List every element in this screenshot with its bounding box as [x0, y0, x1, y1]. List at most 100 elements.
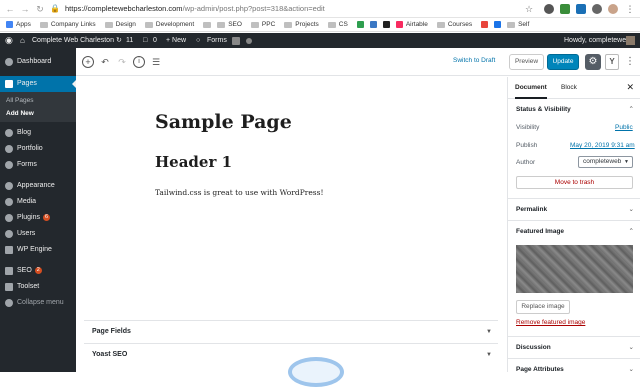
redo-icon[interactable]: ↷ [116, 56, 128, 68]
caret-down-icon[interactable]: ▼ [486, 344, 492, 366]
heading-block[interactable]: Header 1 [155, 153, 232, 171]
bookmark-item[interactable]: Courses [436, 21, 472, 28]
comments-icon[interactable]: □ [143, 33, 147, 48]
status-visibility-section[interactable]: Status & Visibility ⌃ [508, 99, 640, 121]
sidebar-item-appearance[interactable]: Appearance [0, 179, 76, 193]
permalink-section[interactable]: Permalink ⌄ [508, 198, 640, 220]
comments-count[interactable]: 0 [153, 33, 157, 48]
sidebar-item-wp-engine[interactable]: WP Engine [0, 243, 76, 257]
bookmark-item[interactable]: Airtable [395, 21, 428, 28]
yoast-toolbar-icon[interactable]: Y [605, 54, 619, 70]
bookmark-item[interactable]: Design [104, 21, 136, 28]
status-dot-icon[interactable] [246, 38, 252, 44]
author-select[interactable]: completeweb ▼ [578, 156, 633, 168]
back-icon[interactable]: ← [5, 4, 15, 14]
bookmark-item[interactable] [356, 21, 364, 28]
settings-gear-icon[interactable]: ⚙ [585, 54, 601, 70]
bookmark-item[interactable] [203, 21, 212, 28]
updates-icon[interactable]: ↻ [116, 33, 122, 48]
bookmark-item[interactable]: Projects [284, 21, 319, 28]
user-avatar[interactable] [626, 36, 635, 45]
toolset-icon[interactable] [232, 37, 240, 45]
chevron-down-icon[interactable]: ⌄ [629, 337, 634, 359]
profile-avatar[interactable] [608, 4, 618, 14]
sidebar-item-seo[interactable]: SEO 2 [0, 264, 76, 278]
paragraph-block[interactable]: Tailwind.css is great to use with WordPr… [155, 188, 323, 197]
bookmark-item[interactable]: CS [327, 21, 348, 28]
bookmark-item[interactable] [369, 21, 377, 28]
forms-link[interactable]: Forms [207, 33, 227, 48]
page-title[interactable]: Sample Page [155, 111, 292, 133]
sidebar-item-add-new[interactable]: Add New [0, 107, 76, 121]
forward-icon[interactable]: → [20, 4, 30, 14]
remove-featured-image-link[interactable]: Remove featured image [516, 319, 585, 326]
tab-document[interactable]: Document [515, 77, 547, 99]
bookmark-item[interactable]: Self [507, 21, 529, 28]
bookmark-item[interactable]: SEO [217, 21, 242, 28]
howdy-user[interactable]: Howdy, completeweb [564, 33, 630, 48]
metabox-yoast-seo[interactable]: Yoast SEO ▼ [84, 343, 498, 365]
replace-image-button[interactable]: Replace image [516, 300, 570, 314]
bookmark-item[interactable] [494, 21, 502, 28]
publish-date[interactable]: May 20, 2019 9:31 am [570, 142, 635, 149]
chevron-down-icon[interactable]: ⌄ [629, 199, 634, 221]
star-icon[interactable]: ☆ [524, 4, 534, 14]
update-button[interactable]: Update [547, 54, 579, 70]
bookmark-item[interactable]: Company Links [39, 21, 96, 28]
page-attributes-section[interactable]: Page Attributes ⌄ [508, 358, 640, 380]
chevron-down-icon[interactable]: ⌄ [629, 359, 634, 381]
preview-button[interactable]: Preview [509, 54, 544, 70]
menu-dots-icon[interactable]: ⋮ [625, 4, 635, 14]
switch-to-draft-button[interactable]: Switch to Draft [453, 57, 495, 64]
chevron-up-icon[interactable]: ⌃ [629, 221, 634, 243]
more-options-icon[interactable]: ⋮ [624, 56, 636, 68]
visibility-value[interactable]: Public [615, 124, 633, 131]
bookmark-label: CS [338, 21, 348, 28]
info-icon[interactable]: i [133, 56, 145, 68]
caret-down-icon[interactable]: ▼ [486, 321, 492, 343]
sidebar-item-users[interactable]: Users [0, 227, 76, 241]
bookmark-item[interactable]: PPC [250, 21, 275, 28]
bookmark-item[interactable]: Development [144, 21, 194, 28]
site-name-link[interactable]: Complete Web Charleston [32, 33, 114, 48]
bookmark-item[interactable] [481, 21, 489, 28]
wordpress-logo-icon[interactable]: ◉ [5, 33, 13, 48]
sidebar-item-dashboard[interactable]: Dashboard [0, 55, 76, 69]
sidebar-item-media[interactable]: Media [0, 195, 76, 209]
new-content-link[interactable]: + New [166, 33, 186, 48]
forms-icon [5, 161, 13, 169]
sidebar-item-toolset[interactable]: Toolset [0, 280, 76, 294]
bookmark-item[interactable]: Apps [6, 21, 31, 28]
sidebar-item-blog[interactable]: Blog [0, 126, 76, 140]
undo-icon[interactable]: ↶ [99, 56, 111, 68]
metabox-page-fields[interactable]: Page Fields ▼ [84, 320, 498, 342]
move-to-trash-button[interactable]: Move to trash [516, 176, 633, 189]
updates-count[interactable]: 11 [126, 33, 133, 48]
extension-grey-icon[interactable] [592, 4, 602, 14]
section-title: Permalink [516, 206, 548, 213]
address-field[interactable]: https://completewebcharleston.com/wp-adm… [65, 3, 325, 15]
close-icon[interactable]: ✕ [626, 77, 634, 98]
sidebar-item-portfolio[interactable]: Portfolio [0, 142, 76, 156]
chevron-up-icon[interactable]: ⌃ [629, 99, 634, 121]
discussion-section[interactable]: Discussion ⌄ [508, 336, 640, 358]
extension-green-icon[interactable] [560, 4, 570, 14]
sidebar-item-forms[interactable]: Forms [0, 158, 76, 172]
lock-icon: 🔒 [50, 4, 60, 13]
tab-block[interactable]: Block [561, 77, 577, 98]
featured-image-thumbnail[interactable] [516, 245, 633, 293]
favicon-icon [395, 21, 403, 28]
sidebar-item-plugins[interactable]: Plugins 6 [0, 211, 76, 225]
sidebar-item-pages[interactable]: Pages [0, 76, 76, 92]
extension-blue-icon[interactable] [576, 4, 586, 14]
bookmark-item[interactable] [382, 21, 390, 28]
reload-icon[interactable]: ↻ [35, 4, 45, 14]
url-host: https://completewebcharleston.com [65, 4, 183, 13]
extension-eye-icon[interactable] [544, 4, 554, 14]
block-navigation-icon[interactable]: ☰ [150, 56, 162, 68]
add-block-icon[interactable]: + [82, 56, 94, 68]
featured-image-section[interactable]: Featured Image ⌃ [508, 220, 640, 242]
sidebar-item-all-pages[interactable]: All Pages [0, 94, 76, 108]
sidebar-item-collapse[interactable]: Collapse menu [0, 296, 76, 310]
sidebar-item-label: Toolset [17, 283, 40, 290]
